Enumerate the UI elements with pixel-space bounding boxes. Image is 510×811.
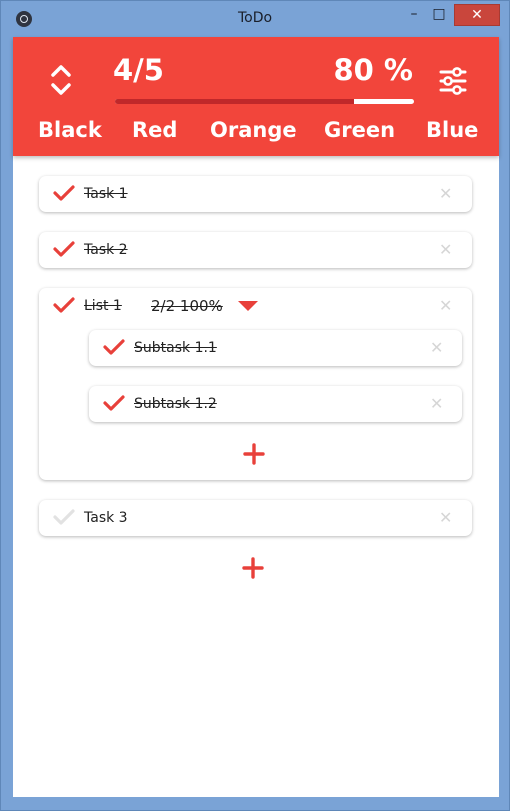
subtask-label: Subtask 1.1 <box>134 340 217 356</box>
color-option-black[interactable]: Black <box>38 118 102 142</box>
check-icon[interactable] <box>103 394 125 412</box>
list-progress-stats: 2/2 100% <box>151 297 223 315</box>
task-label: Task 2 <box>84 242 128 258</box>
add-subtask-button[interactable] <box>243 443 265 465</box>
subtask-label: Subtask 1.2 <box>134 396 217 412</box>
task-label: Task 1 <box>84 186 128 202</box>
sort-icon[interactable] <box>50 63 72 97</box>
add-task-button[interactable] <box>242 557 264 579</box>
app-content: 4/5 80 % Black Red Orange Green Blue Tas… <box>13 37 499 797</box>
subtask-item[interactable]: Subtask 1.1 ✕ <box>89 330 462 366</box>
title-bar[interactable]: ToDo – □ ✕ <box>1 1 509 37</box>
progress-header: 4/5 80 % Black Red Orange Green Blue <box>13 37 499 156</box>
caret-down-icon[interactable] <box>238 301 258 311</box>
close-icon[interactable]: ✕ <box>439 510 452 526</box>
color-option-blue[interactable]: Blue <box>426 118 478 142</box>
close-window-button[interactable]: ✕ <box>454 4 500 26</box>
task-item[interactable]: Task 1 ✕ <box>39 176 472 212</box>
task-item[interactable]: Task 3 ✕ <box>39 500 472 536</box>
maximize-button[interactable]: □ <box>427 4 451 26</box>
close-icon[interactable]: ✕ <box>430 340 443 356</box>
subtask-item[interactable]: Subtask 1.2 ✕ <box>89 386 462 422</box>
task-label: Task 3 <box>84 510 128 526</box>
progress-bar <box>115 99 414 104</box>
progress-bar-fill <box>115 99 355 104</box>
color-filter-row: Black Red Orange Green Blue <box>13 118 499 148</box>
close-icon[interactable]: ✕ <box>430 396 443 412</box>
check-icon[interactable] <box>53 184 75 202</box>
completed-percent: 80 % <box>333 53 413 87</box>
check-icon[interactable] <box>53 240 75 258</box>
task-item[interactable]: Task 2 ✕ <box>39 232 472 268</box>
list-label: List 1 <box>84 298 122 314</box>
app-window: ToDo – □ ✕ 4/5 80 % Black Red Orange Gre… <box>0 0 510 811</box>
settings-icon[interactable] <box>439 67 467 95</box>
check-icon[interactable] <box>53 296 75 314</box>
color-option-red[interactable]: Red <box>132 118 177 142</box>
task-list-item[interactable]: List 1 2/2 100% ✕ Subtask 1.1 ✕ Subtask … <box>39 288 472 480</box>
close-icon[interactable]: ✕ <box>439 242 452 258</box>
close-icon[interactable]: ✕ <box>439 298 452 314</box>
color-option-green[interactable]: Green <box>324 118 395 142</box>
completed-count: 4/5 <box>113 53 164 87</box>
color-option-orange[interactable]: Orange <box>210 118 297 142</box>
close-icon[interactable]: ✕ <box>439 186 452 202</box>
check-icon[interactable] <box>53 508 75 526</box>
check-icon[interactable] <box>103 338 125 356</box>
minimize-button[interactable]: – <box>402 4 426 26</box>
